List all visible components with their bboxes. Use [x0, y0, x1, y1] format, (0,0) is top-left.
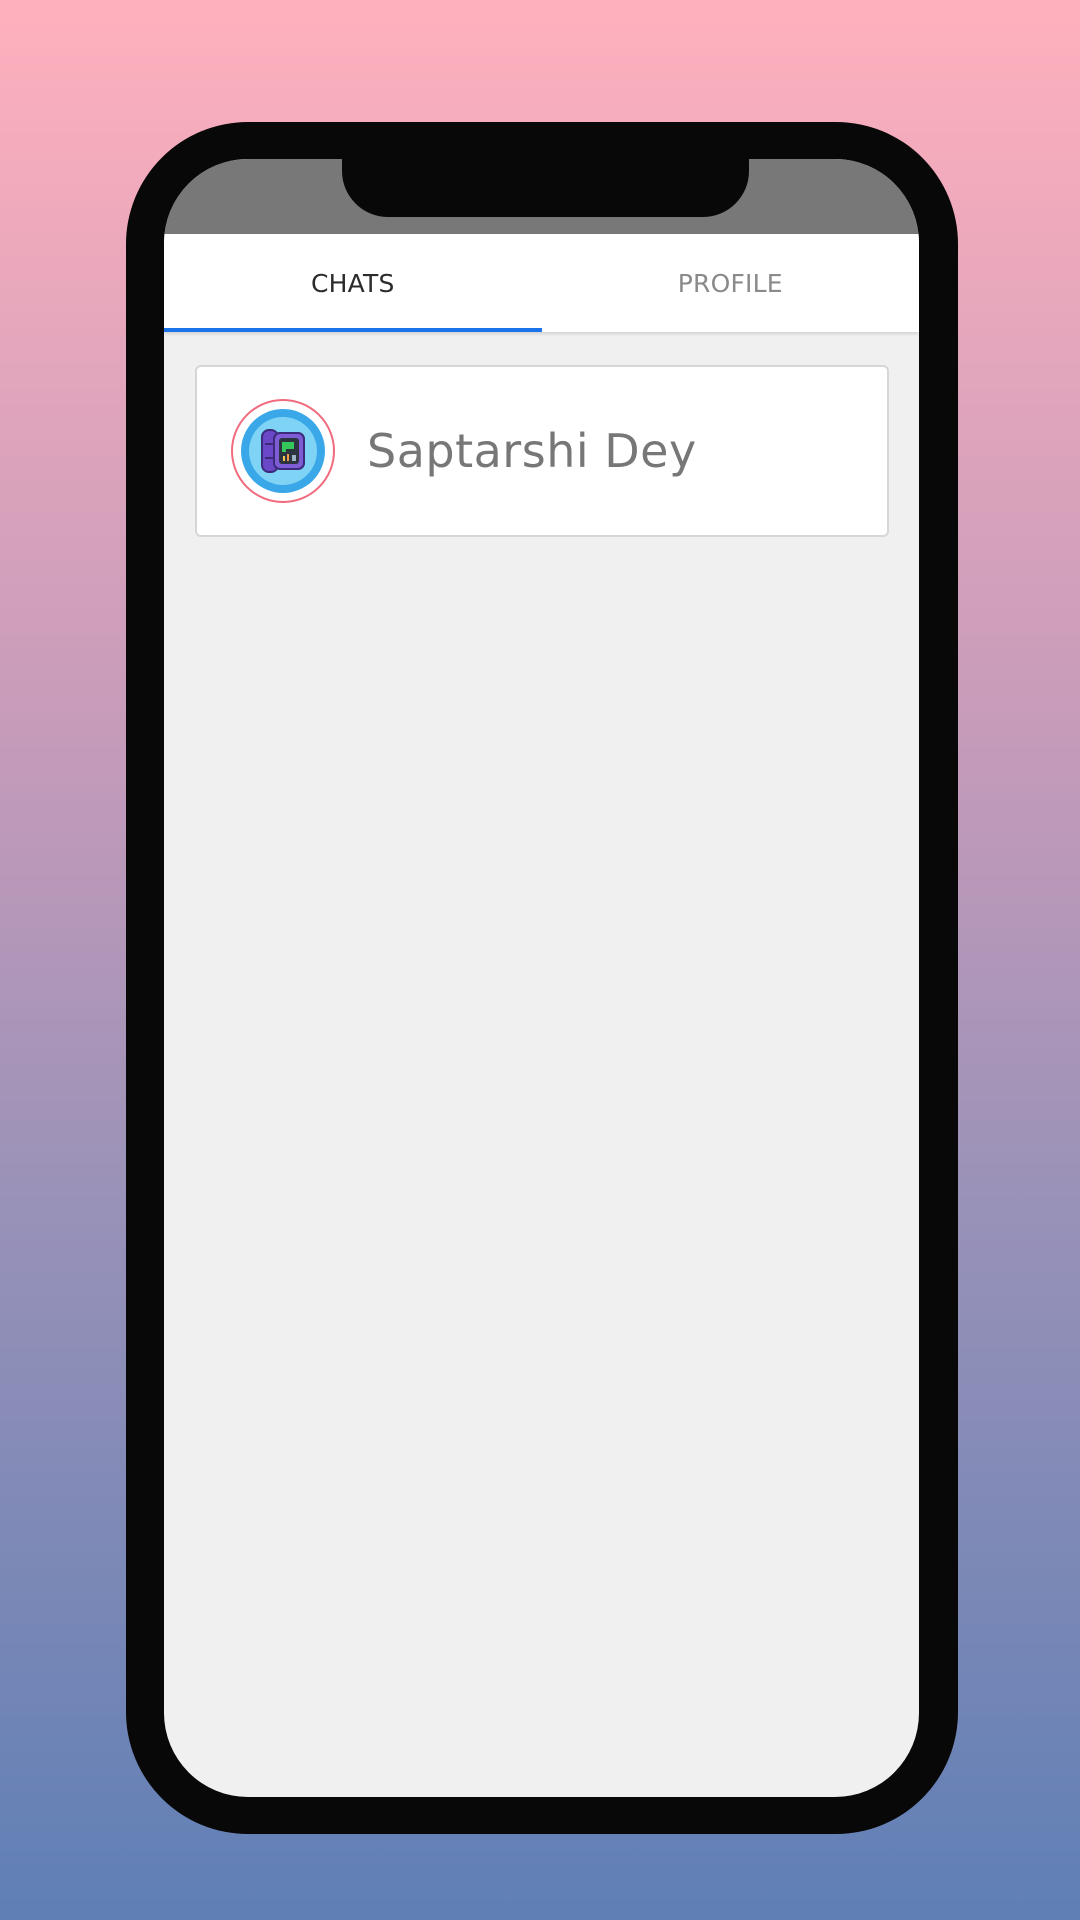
status-bar	[164, 159, 919, 234]
tab-chats[interactable]: CHATS	[164, 234, 542, 332]
chat-list-item[interactable]: Saptarshi Dey	[195, 365, 889, 537]
avatar	[231, 399, 335, 503]
tab-profile[interactable]: PROFILE	[542, 234, 920, 332]
phone-frame: CHATS PROFILE Saptarshi Dey	[126, 122, 958, 1834]
app-screen: CHATS PROFILE Saptarshi Dey	[164, 159, 919, 1797]
phone-notch	[342, 159, 749, 217]
tab-profile-label: PROFILE	[677, 268, 783, 298]
tab-chats-label: CHATS	[310, 268, 395, 298]
chat-list: Saptarshi Dey	[164, 332, 919, 1797]
tab-bar: CHATS PROFILE	[164, 234, 919, 332]
smartwatch-icon	[241, 409, 325, 493]
chat-contact-name: Saptarshi Dey	[367, 424, 697, 478]
